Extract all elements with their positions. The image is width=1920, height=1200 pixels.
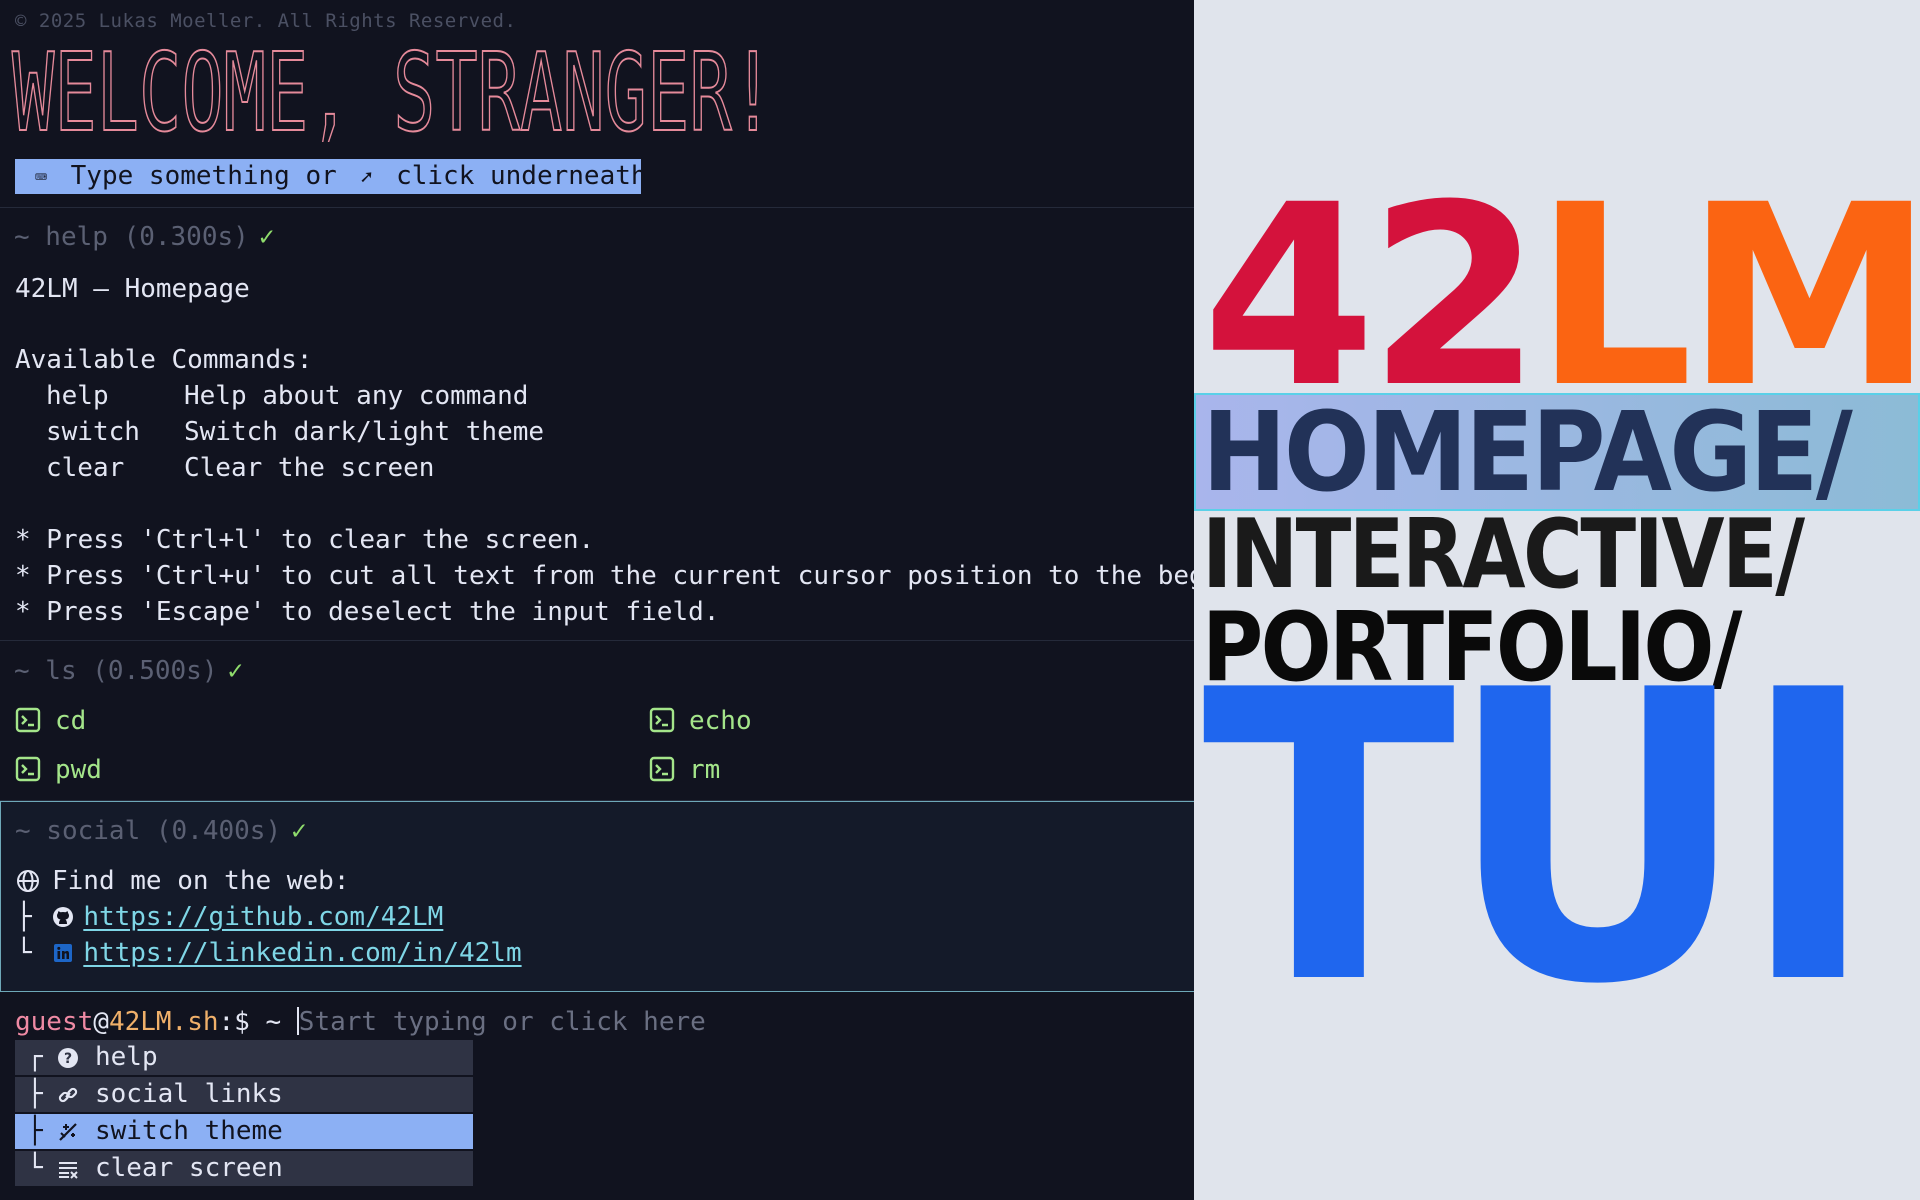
terminal-icon <box>15 707 41 733</box>
tree-branch: ├ <box>27 1116 43 1146</box>
command-name: clear <box>46 453 125 483</box>
terminal-icon <box>649 756 675 782</box>
help-output-block: ~ help (0.300s) ✓ 42LM – Homepage Availab… <box>0 207 1194 641</box>
hint-text-pre: Type something or <box>70 161 337 191</box>
ls-item-echo[interactable]: echo <box>649 706 752 736</box>
clear-lines-icon <box>59 1162 78 1179</box>
globe-icon <box>17 870 39 892</box>
menu-item-label: switch theme <box>95 1116 283 1146</box>
command-name: switch <box>46 417 140 447</box>
social-link-row: ├ https://github.com/42LM <box>16 902 443 932</box>
tree-branch: ├ <box>16 902 32 932</box>
svg-text:?: ? <box>64 1051 72 1067</box>
ls-block-header: ~ ls (0.500s) ✓ <box>14 656 244 686</box>
link-icon <box>58 1087 78 1103</box>
copyright-text: © 2025 Lukas Moeller. All Rights Reserve… <box>15 10 517 32</box>
ls-item-rm[interactable]: rm <box>649 755 720 785</box>
theme-switch-icon <box>59 1123 77 1141</box>
terminal-icon <box>649 707 675 733</box>
menu-item-clear-screen[interactable]: └ clear screen <box>15 1151 473 1186</box>
linkedin-link[interactable]: https://linkedin.com/in/42lm <box>83 938 521 968</box>
prompt-user: guest <box>15 1007 94 1037</box>
input-hint: ⌨ Type something or ➚ click underneath <box>15 159 647 194</box>
tree-branch: ┌ <box>27 1042 43 1072</box>
social-intro: Find me on the web: <box>16 866 349 896</box>
tree-branch: └ <box>27 1153 43 1183</box>
svg-text:WELCOME, STRANGER!: WELCOME, STRANGER! <box>12 42 774 142</box>
keyboard-icon: ⌨ <box>34 165 48 189</box>
menu-item-social-links[interactable]: ├ social links <box>15 1077 473 1112</box>
help-title: 42LM – Homepage <box>15 274 250 304</box>
command-prompt[interactable]: guest@42LM.sh:$ ~ Start typing or click … <box>15 1006 706 1038</box>
social-block-header: ~ social (0.400s) ✓ <box>15 816 307 846</box>
success-check-icon: ✓ <box>258 222 275 252</box>
ls-output-block: ~ ls (0.500s) ✓ cd echo pwd rm <box>0 641 1194 801</box>
command-input-placeholder[interactable]: Start typing or click here <box>299 1007 706 1037</box>
github-icon <box>53 907 74 927</box>
pointer-click-icon: ➚ <box>360 165 373 189</box>
poster-tui: TUI <box>1202 607 1878 1072</box>
success-check-icon: ✓ <box>291 816 307 846</box>
command-desc: Clear the screen <box>184 453 435 483</box>
command-desc: Help about any command <box>184 381 529 411</box>
menu-item-label: clear screen <box>95 1153 283 1183</box>
social-link-row: └ https://linkedin.com/in/42lm <box>16 938 522 968</box>
command-name: help <box>46 381 109 411</box>
menu-item-label: help <box>95 1042 158 1072</box>
welcome-banner: WELCOME, STRANGER! <box>11 42 775 142</box>
help-block-header: ~ help (0.300s) ✓ <box>14 222 275 252</box>
prompt-host: 42LM.sh <box>108 1007 219 1037</box>
tree-branch: ├ <box>27 1079 43 1109</box>
menu-item-switch-theme[interactable]: ├ switch theme <box>15 1114 473 1149</box>
prompt-at: @ <box>93 1007 109 1037</box>
poster-panel: 42LM HOMEPAGE/ INTERACTIVE/ PORTFOLIO/ T… <box>1194 0 1920 1200</box>
terminal-icon <box>15 756 41 782</box>
command-suggestion-menu: ┌ ? help ├ social links ├ switch theme └… <box>15 1040 473 1188</box>
poster-homepage: HOMEPAGE/ <box>1202 388 1853 516</box>
terminal-panel: © 2025 Lukas Moeller. All Rights Reserve… <box>0 0 1194 1200</box>
prompt-symbol: :$ ~ <box>218 1007 297 1037</box>
menu-item-help[interactable]: ┌ ? help <box>15 1040 473 1075</box>
social-output-block: ~ social (0.400s) ✓ Find me on the web: ├… <box>0 801 1194 992</box>
available-commands-heading: Available Commands: <box>15 345 313 375</box>
poster-interactive: INTERACTIVE/ <box>1202 500 1805 610</box>
tip-line: * Press 'Ctrl+u' to cut all text from th… <box>15 561 1194 591</box>
hint-text-post: click underneath <box>396 161 647 191</box>
tree-branch: └ <box>16 938 32 968</box>
menu-item-label: social links <box>95 1079 283 1109</box>
tip-line: * Press 'Ctrl+l' to clear the screen. <box>15 525 595 555</box>
tip-line: * Press 'Escape' to deselect the input f… <box>15 597 720 627</box>
ls-item-pwd[interactable]: pwd <box>15 755 102 785</box>
help-circle-icon: ? <box>58 1048 78 1068</box>
github-link[interactable]: https://github.com/42LM <box>83 902 443 932</box>
success-check-icon: ✓ <box>227 656 244 686</box>
poster-42lm-title: 42LM <box>1202 172 1920 422</box>
ls-item-cd[interactable]: cd <box>15 706 86 736</box>
command-desc: Switch dark/light theme <box>184 417 545 447</box>
linkedin-icon <box>54 944 73 962</box>
